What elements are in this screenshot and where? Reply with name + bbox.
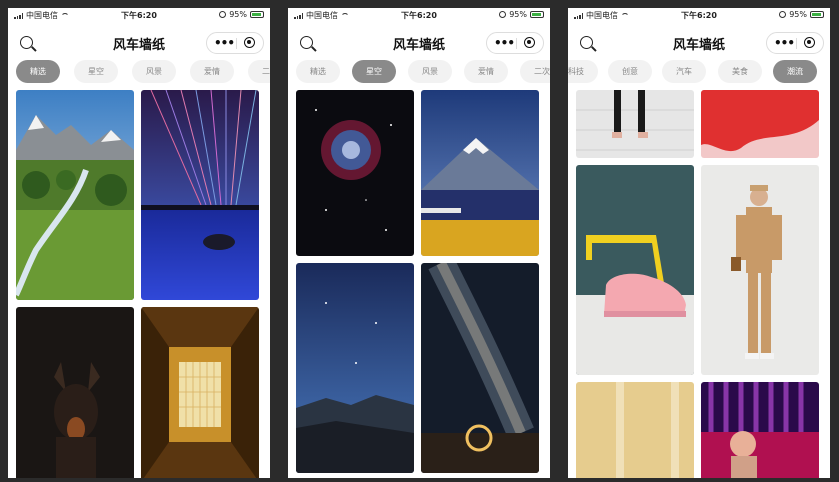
battery-icon	[810, 11, 824, 18]
status-bar: 中国电信 下午6:20 95%	[568, 8, 830, 22]
status-bar: 中国电信 下午6:20 95%	[288, 8, 550, 22]
rotation-lock-icon	[219, 11, 227, 18]
nebula-image	[296, 90, 414, 256]
milky-way-image	[421, 263, 539, 473]
blue-night-sky-image	[296, 263, 414, 473]
wallpaper-card[interactable]	[576, 90, 694, 158]
battery-percent: 95%	[789, 10, 807, 19]
wallpaper-card[interactable]	[296, 263, 414, 473]
mini-program-capsule: •••	[766, 32, 824, 54]
more-icon[interactable]: •••	[494, 36, 515, 50]
rotation-lock-icon	[779, 11, 787, 18]
tab-anime[interactable]: 二次	[248, 60, 270, 83]
rotation-lock-icon	[499, 11, 507, 18]
tab-featured[interactable]: 精选	[16, 60, 60, 83]
wallpaper-card[interactable]	[16, 90, 134, 300]
wallpaper-card[interactable]	[701, 382, 819, 478]
category-tabs: 科技 创意 汽车 美食 潮流	[568, 60, 830, 86]
nav-bar: 风车墙纸 •••	[568, 22, 830, 62]
tab-food[interactable]: 美食	[718, 60, 762, 83]
wallpaper-card[interactable]	[421, 90, 539, 256]
tab-tech[interactable]: 科技	[568, 60, 598, 83]
tab-love[interactable]: 爱情	[464, 60, 508, 83]
close-target-icon[interactable]	[524, 37, 535, 48]
wallpaper-card[interactable]	[141, 307, 259, 478]
phone-screen-2: 中国电信 下午6:20 95% 风车墙纸 ••• 精选 星空 风景 爱情 二次	[288, 8, 550, 478]
golden-corridor-image	[141, 307, 259, 478]
wallpaper-card[interactable]	[701, 90, 819, 158]
mount-fuji-image	[421, 90, 539, 256]
red-liquid-image	[701, 90, 819, 158]
tab-cars[interactable]: 汽车	[662, 60, 706, 83]
tab-starry[interactable]: 星空	[74, 60, 118, 83]
neon-portrait-image	[701, 382, 819, 478]
close-target-icon[interactable]	[244, 37, 255, 48]
wallpaper-card[interactable]	[296, 90, 414, 256]
wallpaper-card[interactable]	[576, 382, 694, 478]
mini-program-capsule: •••	[486, 32, 544, 54]
category-tabs: 精选 星空 风景 爱情 二次	[288, 60, 550, 86]
tab-starry[interactable]: 星空	[352, 60, 396, 83]
phone-screen-3: 中国电信 下午6:20 95% 风车墙纸 ••• 科技 创意 汽车 美食 潮流	[568, 8, 830, 478]
battery-percent: 95%	[509, 10, 527, 19]
battery-icon	[250, 11, 264, 18]
more-icon[interactable]: •••	[214, 36, 235, 50]
phone-screen-1: 中国电信 下午6:20 95% 风车墙纸 ••• 精选 星空 风景 爱情 二次	[8, 8, 270, 478]
wallpaper-card[interactable]	[701, 165, 819, 375]
capsule-divider	[796, 38, 797, 49]
wallpaper-card[interactable]	[141, 90, 259, 300]
close-target-icon[interactable]	[804, 37, 815, 48]
battery-percent: 95%	[229, 10, 247, 19]
tab-featured[interactable]: 精选	[296, 60, 340, 83]
capsule-divider	[236, 38, 237, 49]
category-tabs: 精选 星空 风景 爱情 二次	[8, 60, 270, 86]
tab-scenery[interactable]: 风景	[132, 60, 176, 83]
nav-bar: 风车墙纸 •••	[8, 22, 270, 62]
wallpaper-card[interactable]	[16, 307, 134, 478]
wallpaper-card[interactable]	[576, 165, 694, 375]
tab-creative[interactable]: 创意	[608, 60, 652, 83]
stairs-legs-image	[576, 90, 694, 158]
battery-icon	[530, 11, 544, 18]
tab-love[interactable]: 爱情	[190, 60, 234, 83]
pink-shoe-image	[576, 165, 694, 375]
more-icon[interactable]: •••	[774, 36, 795, 50]
status-bar: 中国电信 下午6:20 95%	[8, 8, 270, 22]
mini-program-capsule: •••	[206, 32, 264, 54]
capsule-divider	[516, 38, 517, 49]
tab-anime[interactable]: 二次	[520, 60, 550, 83]
nav-bar: 风车墙纸 •••	[288, 22, 550, 62]
star-trails-lake-image	[141, 90, 259, 300]
mountain-valley-image	[16, 90, 134, 300]
wallpaper-card[interactable]	[421, 263, 539, 473]
tab-scenery[interactable]: 风景	[408, 60, 452, 83]
beige-panels-image	[576, 382, 694, 478]
tab-trend[interactable]: 潮流	[773, 60, 817, 83]
doberman-image	[16, 307, 134, 478]
fashion-model-image	[701, 165, 819, 375]
